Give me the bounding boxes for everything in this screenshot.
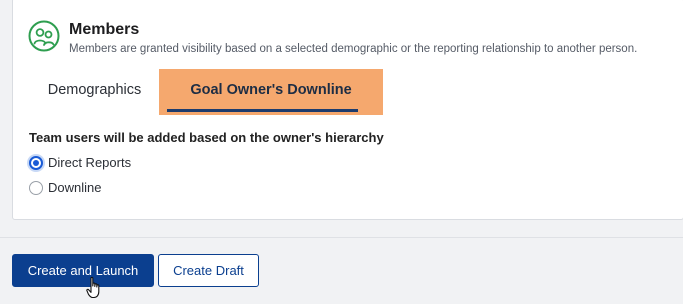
tab-demographics-label: Demographics [47,82,142,98]
radio-option-direct-reports[interactable]: Direct Reports [29,154,131,172]
direct-reports-label: Direct Reports [48,155,132,170]
downline-radio[interactable] [29,181,43,195]
create-and-launch-button[interactable]: Create and Launch [12,254,154,287]
direct-reports-radio[interactable] [29,156,43,170]
member-type-tabs: Demographics Goal Owner's Downline [30,69,383,115]
downline-label: Downline [48,180,102,195]
members-panel-page: Members Members are granted visibility b… [0,0,683,304]
radio-option-downline[interactable]: Downline [29,179,101,197]
tab-goal-owners-downline[interactable]: Goal Owner's Downline [159,69,383,115]
section-description: Members are granted visibility based on … [69,43,638,55]
hierarchy-group-label: Team users will be added based on the ow… [29,130,384,145]
tab-goal-owners-downline-label: Goal Owner's Downline [190,82,352,98]
section-title: Members [69,21,140,38]
active-tab-indicator [167,109,358,112]
people-circle-icon [28,20,60,52]
footer-divider [0,237,683,238]
create-draft-button[interactable]: Create Draft [158,254,259,287]
tab-demographics[interactable]: Demographics [30,69,159,115]
